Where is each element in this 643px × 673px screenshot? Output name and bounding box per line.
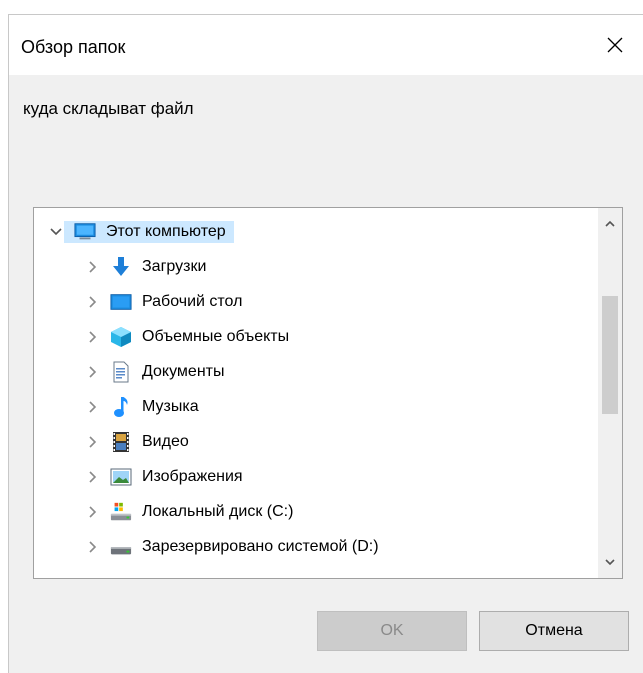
- window-title: Обзор папок: [21, 37, 126, 57]
- tree-item-label: Локальный диск (C:): [142, 503, 294, 520]
- chevron-down-icon: [605, 559, 615, 566]
- local-disk-icon: [110, 501, 132, 523]
- desktop-icon: [110, 291, 132, 313]
- tree-item-this-pc[interactable]: Этот компьютер: [48, 216, 234, 248]
- tree-item-label: Документы: [142, 363, 225, 380]
- close-button[interactable]: [587, 15, 643, 75]
- dialog-description: куда складыват файл: [23, 99, 194, 118]
- tree-item-label: Зарезервировано системой (D:): [142, 538, 379, 555]
- tree-item-label: Рабочий стол: [142, 293, 243, 310]
- scrollbar-thumb[interactable]: [602, 296, 618, 414]
- chevron-right-icon[interactable]: [84, 294, 100, 310]
- scroll-down-button[interactable]: [598, 546, 622, 578]
- browse-folder-dialog: Обзор папок куда складыват файл Этот ком…: [8, 14, 643, 673]
- tree-item-label: Видео: [142, 433, 189, 450]
- chevron-right-icon[interactable]: [84, 329, 100, 345]
- tree-item[interactable]: Музыка: [84, 391, 203, 423]
- tree-item-selection: Этот компьютер: [64, 221, 234, 243]
- chevron-up-icon: [605, 220, 615, 227]
- drive-icon: [110, 536, 132, 558]
- tree-item-label: Изображения: [142, 468, 243, 485]
- cancel-button[interactable]: Отмена: [479, 611, 629, 651]
- ok-button[interactable]: OK: [317, 611, 467, 651]
- chevron-right-icon[interactable]: [84, 504, 100, 520]
- documents-icon: [110, 361, 132, 383]
- tree-item-label: Музыка: [142, 398, 199, 415]
- chevron-right-icon[interactable]: [84, 539, 100, 555]
- title-bar: Обзор папок: [9, 15, 643, 75]
- chevron-right-icon[interactable]: [84, 364, 100, 380]
- tree-item[interactable]: Загрузки: [84, 251, 210, 283]
- tree-item-label: Объемные объекты: [142, 328, 290, 345]
- downloads-icon: [110, 256, 132, 278]
- tree-item[interactable]: Рабочий стол: [84, 286, 246, 318]
- chevron-right-icon[interactable]: [84, 434, 100, 450]
- chevron-right-icon[interactable]: [84, 399, 100, 415]
- video-icon: [110, 431, 132, 453]
- music-icon: [110, 396, 132, 418]
- 3d-objects-icon: [110, 326, 132, 348]
- pictures-icon: [110, 466, 132, 488]
- close-icon: [607, 37, 623, 53]
- scroll-up-button[interactable]: [598, 208, 622, 240]
- tree-item[interactable]: Зарезервировано системой (D:): [84, 531, 383, 563]
- chevron-down-icon[interactable]: [48, 224, 64, 240]
- tree-item-label: Загрузки: [142, 258, 207, 275]
- tree-item-label: Этот компьютер: [106, 223, 226, 240]
- chevron-right-icon[interactable]: [84, 469, 100, 485]
- tree-item[interactable]: Видео: [84, 426, 193, 458]
- tree-item[interactable]: Документы: [84, 356, 228, 388]
- computer-icon: [74, 221, 96, 243]
- tree-item[interactable]: Объемные объекты: [84, 321, 293, 353]
- vertical-scrollbar[interactable]: [598, 208, 622, 578]
- tree-item[interactable]: Изображения: [84, 461, 247, 493]
- tree-item[interactable]: Локальный диск (C:): [84, 496, 297, 528]
- chevron-right-icon[interactable]: [84, 259, 100, 275]
- folder-tree[interactable]: Этот компьютер Загрузки Рабочий стол Объем…: [33, 207, 623, 579]
